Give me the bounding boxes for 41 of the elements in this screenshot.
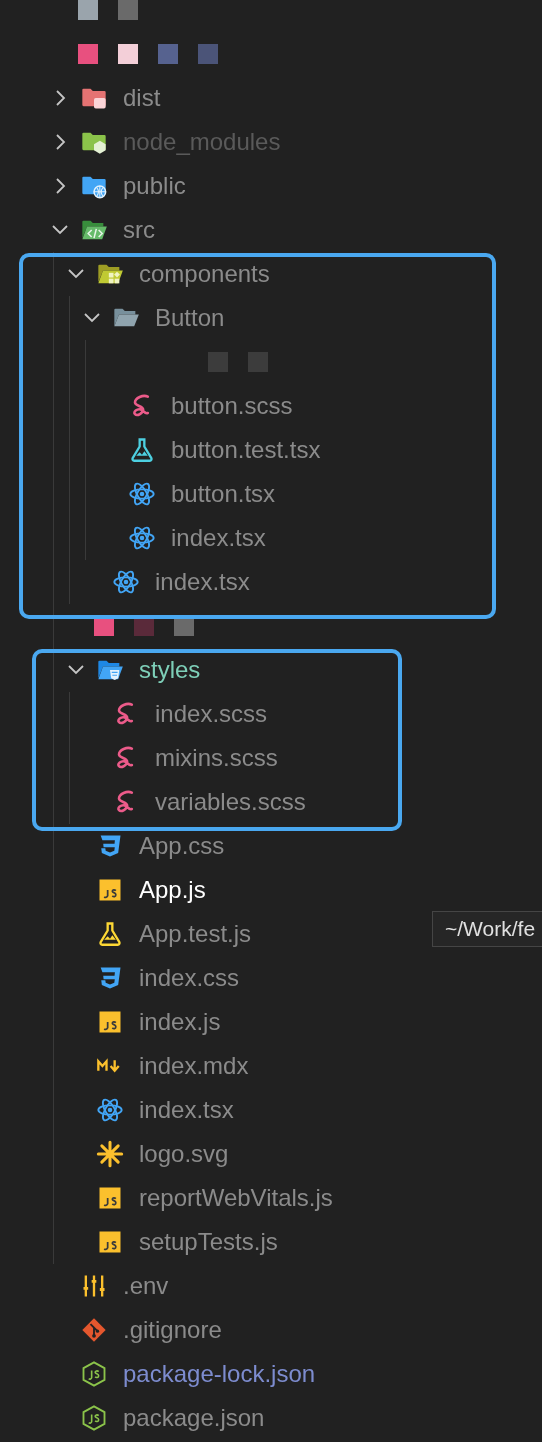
file-name[interactable]: index.tsx: [171, 523, 266, 553]
file-name[interactable]: button.test.tsx: [171, 435, 321, 465]
file-name[interactable]: .env: [123, 1271, 169, 1301]
file-name[interactable]: package-lock.json: [123, 1359, 316, 1389]
file-name[interactable]: setupTests.js: [139, 1227, 278, 1257]
file-name[interactable]: App.css: [139, 831, 225, 861]
folder-name[interactable]: components: [139, 259, 270, 289]
git-icon: [80, 1316, 108, 1344]
path-tooltip: ~/Work/fe: [432, 911, 542, 947]
atom-icon: [96, 1096, 124, 1124]
folder-name[interactable]: styles: [139, 655, 201, 685]
atom-icon: [128, 524, 156, 552]
asterisk-icon: [96, 1140, 124, 1168]
folder-name[interactable]: dist: [123, 83, 161, 113]
file-name[interactable]: button.tsx: [171, 479, 276, 509]
file-name[interactable]: variables.scss: [155, 787, 306, 817]
flask-icon: [128, 436, 156, 464]
file-name[interactable]: App.js: [139, 875, 206, 905]
folder-name[interactable]: public: [123, 171, 186, 201]
blurred-row: [208, 352, 268, 372]
folder-name[interactable]: Button: [155, 303, 225, 333]
hexagon-icon: [80, 1360, 108, 1388]
file-name[interactable]: reportWebVitals.js: [139, 1183, 333, 1213]
file-name[interactable]: index.scss: [155, 699, 268, 729]
folder-name[interactable]: src: [123, 215, 155, 245]
file-name[interactable]: index.js: [139, 1007, 221, 1037]
file-name[interactable]: index.tsx: [139, 1095, 234, 1125]
file-name[interactable]: App.test.js: [139, 919, 252, 949]
file-name[interactable]: index.mdx: [139, 1051, 249, 1081]
file-name[interactable]: index.css: [139, 963, 240, 993]
atom-icon: [128, 480, 156, 508]
file-name[interactable]: logo.svg: [139, 1139, 229, 1169]
atom-icon: [112, 568, 140, 596]
flask-icon: [96, 920, 124, 948]
file-name[interactable]: index.tsx: [155, 567, 250, 597]
file-name[interactable]: mixins.scss: [155, 743, 278, 773]
file-name[interactable]: package.json: [123, 1403, 265, 1433]
file-name[interactable]: button.scss: [171, 391, 293, 421]
hexagon-icon: [80, 1404, 108, 1432]
file-name[interactable]: .gitignore: [123, 1315, 222, 1345]
blurred-row: [78, 0, 138, 20]
